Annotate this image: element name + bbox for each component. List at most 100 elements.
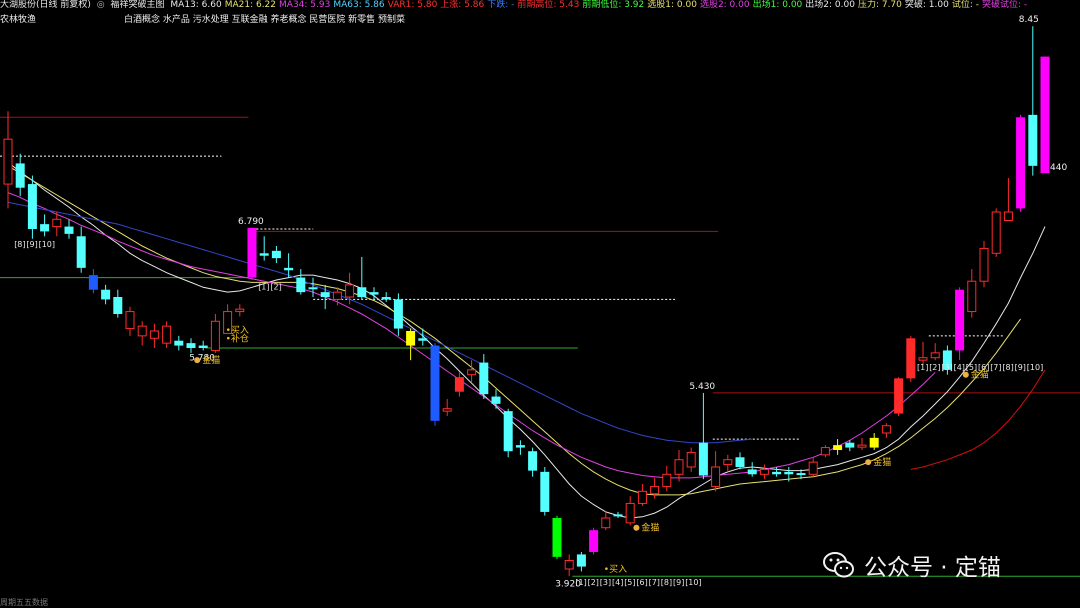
candle-body bbox=[259, 253, 269, 256]
count-label: [9] bbox=[673, 578, 684, 587]
candle-body bbox=[979, 247, 989, 282]
header-field: MA13: 6.60 bbox=[170, 0, 222, 10]
candle-body bbox=[735, 457, 745, 467]
concept-tags: 白酒概念 水产品 污水处理 互联金融 养老概念 民营医院 新零售 预制菜 bbox=[124, 15, 406, 25]
ma-line-ma34 bbox=[7, 192, 936, 479]
candle-body bbox=[1016, 117, 1026, 209]
candle-body bbox=[601, 517, 611, 529]
count-label: [9] bbox=[26, 240, 37, 249]
candle-body bbox=[576, 554, 586, 567]
candle-body bbox=[845, 442, 855, 448]
count-label: [9] bbox=[1015, 363, 1026, 372]
candle-body bbox=[613, 514, 623, 517]
kline-chart[interactable]: 6.7905.7805.4303.9208.45440金猫金猫金猫金猫•买入•补… bbox=[0, 0, 1080, 607]
candle-body bbox=[320, 292, 330, 297]
count-label: [3] bbox=[600, 578, 611, 587]
candle-body bbox=[881, 425, 891, 434]
candle-body bbox=[430, 345, 440, 421]
candle-body bbox=[906, 338, 916, 379]
candle-body bbox=[650, 485, 660, 495]
header-field: MA34: 5.93 bbox=[279, 0, 331, 10]
candle-body bbox=[406, 331, 416, 346]
candle-body bbox=[772, 471, 782, 475]
count-label: [2] bbox=[929, 363, 940, 372]
count-label: [10] bbox=[685, 578, 701, 587]
candle-body bbox=[162, 325, 172, 344]
count-label: [3] bbox=[941, 363, 952, 372]
count-label: [5] bbox=[966, 363, 977, 372]
count-label: [7] bbox=[649, 578, 660, 587]
count-label: [6] bbox=[978, 363, 989, 372]
trade-marker: •补仓 bbox=[226, 332, 249, 344]
price-label: 6.790 bbox=[238, 217, 264, 227]
candle-body bbox=[808, 461, 818, 475]
count-label: [10] bbox=[1027, 363, 1043, 372]
settings-icon[interactable]: ◎ bbox=[97, 0, 105, 10]
candle-body bbox=[686, 451, 696, 468]
indicator-values: MA13: 6.60 MA21: 6.22 MA34: 5.93 MA63: 5.86… bbox=[170, 0, 1030, 10]
stock-name: 大湖股份(日线 前复权) bbox=[0, 0, 91, 10]
candle-body bbox=[528, 451, 538, 471]
count-label: [5] bbox=[624, 578, 635, 587]
signal-label: 金猫 bbox=[873, 456, 891, 468]
candle-body bbox=[27, 184, 37, 229]
signal-hand-icon bbox=[865, 459, 872, 466]
header-field: 选股1: 0.00 bbox=[647, 0, 697, 10]
ma-line-ma63 bbox=[7, 201, 753, 444]
signal-label: 金猫 bbox=[641, 522, 659, 534]
watermark: 公众号 · 定锚 bbox=[822, 545, 1062, 585]
candle-body bbox=[784, 471, 794, 475]
header-field: 压力: 7.70 bbox=[857, 0, 902, 10]
candle-body bbox=[357, 287, 367, 297]
candle-body bbox=[1040, 56, 1050, 174]
candle-body bbox=[589, 530, 599, 552]
indicator-name[interactable]: 福祥突破主图 bbox=[111, 0, 165, 10]
candle-body bbox=[711, 466, 721, 487]
candle-body bbox=[564, 560, 574, 570]
candle-body bbox=[698, 442, 708, 476]
header-field: MA63: 5.86 bbox=[333, 0, 385, 10]
candle-body bbox=[491, 396, 501, 404]
header-field: 出场1: 0.00 bbox=[752, 0, 803, 10]
candle-body bbox=[15, 163, 25, 188]
candle-body bbox=[125, 311, 135, 330]
header-field: 前期高位: 5.43 bbox=[517, 0, 580, 10]
candle-body bbox=[796, 473, 806, 476]
candle-body bbox=[284, 267, 294, 271]
candle-body bbox=[76, 236, 86, 268]
candle-body bbox=[308, 287, 318, 290]
count-label: [1] bbox=[917, 363, 928, 372]
candle-body bbox=[418, 338, 428, 341]
candle-body bbox=[149, 330, 159, 339]
count-label: [8] bbox=[1002, 363, 1013, 372]
candle-body bbox=[271, 250, 281, 259]
candle-body bbox=[64, 226, 74, 234]
count-label: [8] bbox=[14, 240, 25, 249]
header-field: 选股2: 0.00 bbox=[699, 0, 750, 10]
price-label: 440 bbox=[1050, 163, 1067, 173]
header-field: 前期低位: 3.92 bbox=[582, 0, 645, 10]
candle-body bbox=[1028, 114, 1038, 166]
candle-body bbox=[210, 320, 220, 351]
candle-body bbox=[52, 218, 62, 228]
candle-body bbox=[869, 437, 879, 448]
candle-body bbox=[662, 473, 672, 487]
ma-line-ma21 bbox=[7, 165, 1022, 496]
ma-line-var1 bbox=[910, 369, 1046, 470]
candle-body bbox=[454, 377, 464, 392]
signal-hand-icon bbox=[633, 524, 640, 531]
count-label: [4] bbox=[954, 363, 965, 372]
candle-body bbox=[637, 490, 647, 504]
price-label: 8.45 bbox=[1019, 15, 1039, 25]
header-field: 试位: - bbox=[951, 0, 979, 10]
candle-body bbox=[930, 352, 940, 359]
indicator-header: 大湖股份(日线 前复权) ◎ 福祥突破主图 MA13: 6.60 MA21: 6.… bbox=[0, 0, 1080, 11]
candle-body bbox=[467, 369, 477, 376]
candle-body bbox=[918, 357, 928, 361]
candle-body bbox=[540, 471, 550, 512]
candle-body bbox=[857, 444, 867, 448]
count-label: [1] bbox=[258, 283, 269, 292]
candle-body bbox=[40, 224, 50, 232]
count-label: [7] bbox=[990, 363, 1001, 372]
candle-body bbox=[991, 211, 1001, 254]
